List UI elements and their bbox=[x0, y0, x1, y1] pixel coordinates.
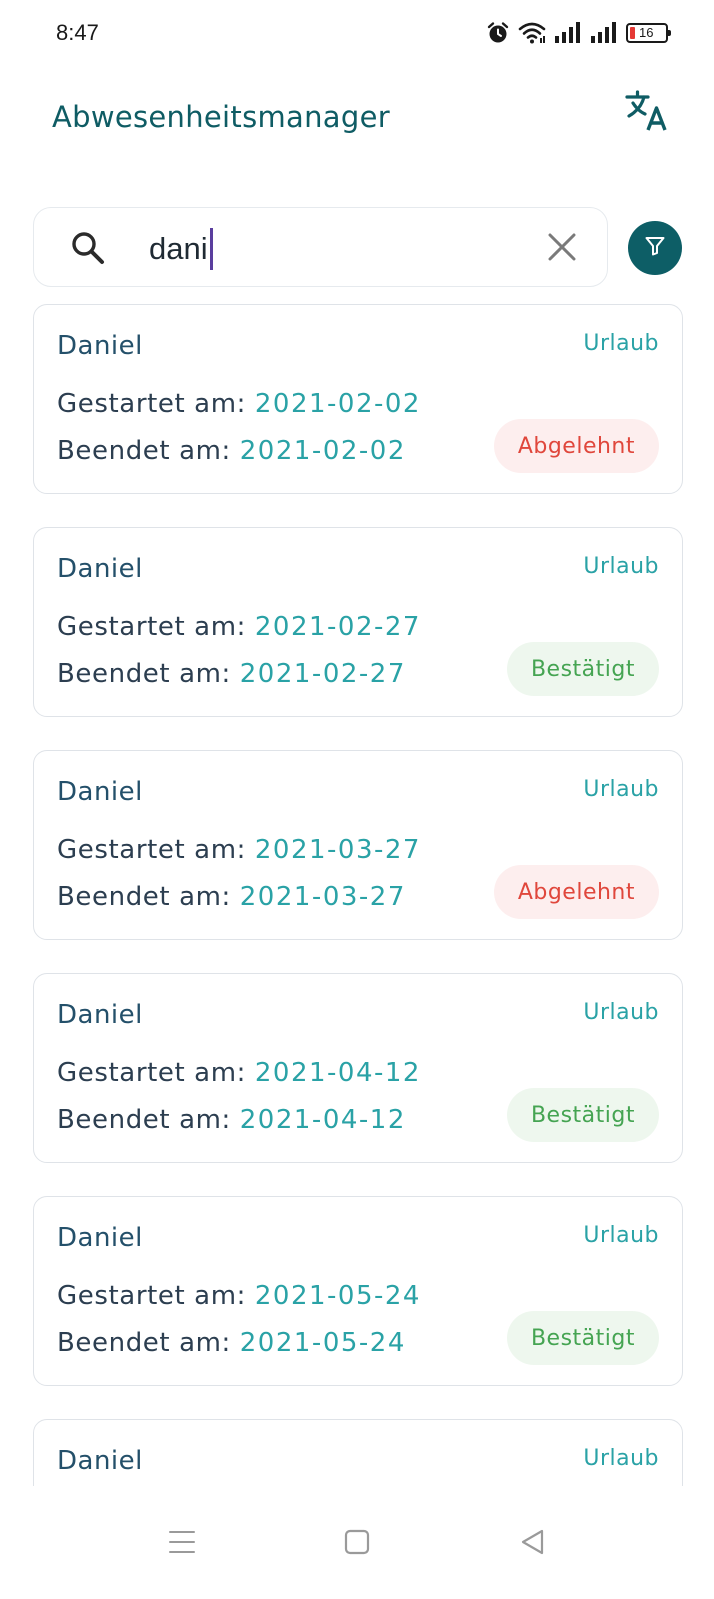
start-date: 2021-02-02 bbox=[254, 389, 421, 419]
end-date: 2021-05-24 bbox=[239, 1328, 406, 1358]
employee-name: Daniel bbox=[57, 331, 143, 361]
end-label: Beendet am: bbox=[57, 1105, 231, 1135]
absence-card[interactable]: Daniel Urlaub Gestartet am: 2021-02-27 B… bbox=[33, 527, 683, 717]
start-date: 2021-05-24 bbox=[254, 1281, 421, 1311]
alarm-icon bbox=[486, 21, 510, 45]
battery-level: 16 bbox=[639, 25, 654, 40]
start-date-row: Gestartet am: 2021-03-27 bbox=[57, 835, 421, 865]
absence-card[interactable]: Daniel Urlaub Gestartet am: 2021-02-02 B… bbox=[33, 304, 683, 494]
end-label: Beendet am: bbox=[57, 1328, 231, 1358]
start-date: 2021-02-27 bbox=[254, 612, 421, 642]
status-badge: Bestätigt bbox=[506, 642, 659, 696]
wifi-icon bbox=[518, 21, 546, 45]
translate-button[interactable] bbox=[622, 88, 672, 138]
status-badge: Bestätigt bbox=[506, 1311, 659, 1365]
status-badge: Bestätigt bbox=[506, 1088, 659, 1142]
end-date: 2021-02-02 bbox=[239, 436, 406, 466]
back-triangle-icon[interactable] bbox=[519, 1528, 547, 1560]
end-date: 2021-03-27 bbox=[239, 882, 406, 912]
system-nav-bar bbox=[0, 1486, 714, 1599]
translate-icon bbox=[624, 88, 670, 138]
search-input[interactable]: dani bbox=[149, 228, 213, 270]
page-title: Abwesenheitsmanager bbox=[52, 100, 390, 134]
text-caret bbox=[209, 228, 213, 270]
absence-card[interactable]: Daniel Urlaub bbox=[33, 1419, 683, 1486]
signal-icon bbox=[554, 22, 582, 44]
filter-button[interactable] bbox=[628, 221, 682, 275]
end-date-row: Beendet am: 2021-02-27 bbox=[57, 659, 406, 689]
start-label: Gestartet am: bbox=[57, 389, 246, 419]
absence-list: Daniel Urlaub Gestartet am: 2021-02-02 B… bbox=[33, 304, 683, 1486]
end-label: Beendet am: bbox=[57, 882, 231, 912]
start-date-row: Gestartet am: 2021-05-24 bbox=[57, 1281, 421, 1311]
employee-name: Daniel bbox=[57, 777, 143, 807]
employee-name: Daniel bbox=[57, 1446, 143, 1476]
start-date-row: Gestartet am: 2021-02-02 bbox=[57, 389, 421, 419]
search-input-value: dani bbox=[149, 231, 208, 266]
close-icon[interactable] bbox=[545, 230, 579, 268]
absence-type: Urlaub bbox=[583, 1446, 659, 1471]
start-date-row: Gestartet am: 2021-04-12 bbox=[57, 1058, 421, 1088]
home-square-icon[interactable] bbox=[343, 1528, 371, 1560]
end-date: 2021-04-12 bbox=[239, 1105, 406, 1135]
employee-name: Daniel bbox=[57, 1000, 143, 1030]
absence-card[interactable]: Daniel Urlaub Gestartet am: 2021-03-27 B… bbox=[33, 750, 683, 940]
absence-type: Urlaub bbox=[583, 331, 659, 356]
absence-card[interactable]: Daniel Urlaub Gestartet am: 2021-05-24 B… bbox=[33, 1196, 683, 1386]
start-label: Gestartet am: bbox=[57, 1281, 246, 1311]
search-icon bbox=[70, 230, 106, 270]
start-date: 2021-03-27 bbox=[254, 835, 421, 865]
status-badge: Abgelehnt bbox=[493, 419, 659, 473]
signal-icon bbox=[590, 22, 618, 44]
start-date: 2021-04-12 bbox=[254, 1058, 421, 1088]
employee-name: Daniel bbox=[57, 1223, 143, 1253]
filter-icon bbox=[644, 235, 666, 261]
status-bar: 8:47 16 bbox=[0, 0, 714, 66]
battery-icon: 16 bbox=[626, 23, 671, 43]
absence-type: Urlaub bbox=[583, 777, 659, 802]
status-icons: 16 bbox=[486, 20, 671, 46]
status-badge: Abgelehnt bbox=[493, 865, 659, 919]
absence-type: Urlaub bbox=[583, 554, 659, 579]
end-date-row: Beendet am: 2021-05-24 bbox=[57, 1328, 406, 1358]
absence-type: Urlaub bbox=[583, 1000, 659, 1025]
absence-card[interactable]: Daniel Urlaub Gestartet am: 2021-04-12 B… bbox=[33, 973, 683, 1163]
status-time: 8:47 bbox=[56, 20, 99, 45]
search-box[interactable]: dani bbox=[33, 207, 608, 287]
start-label: Gestartet am: bbox=[57, 1058, 246, 1088]
end-label: Beendet am: bbox=[57, 436, 231, 466]
start-label: Gestartet am: bbox=[57, 835, 246, 865]
end-label: Beendet am: bbox=[57, 659, 231, 689]
end-date-row: Beendet am: 2021-03-27 bbox=[57, 882, 406, 912]
start-label: Gestartet am: bbox=[57, 612, 246, 642]
end-date-row: Beendet am: 2021-04-12 bbox=[57, 1105, 406, 1135]
employee-name: Daniel bbox=[57, 554, 143, 584]
start-date-row: Gestartet am: 2021-02-27 bbox=[57, 612, 421, 642]
end-date: 2021-02-27 bbox=[239, 659, 406, 689]
end-date-row: Beendet am: 2021-02-02 bbox=[57, 436, 406, 466]
menu-icon[interactable] bbox=[167, 1528, 197, 1560]
absence-type: Urlaub bbox=[583, 1223, 659, 1248]
